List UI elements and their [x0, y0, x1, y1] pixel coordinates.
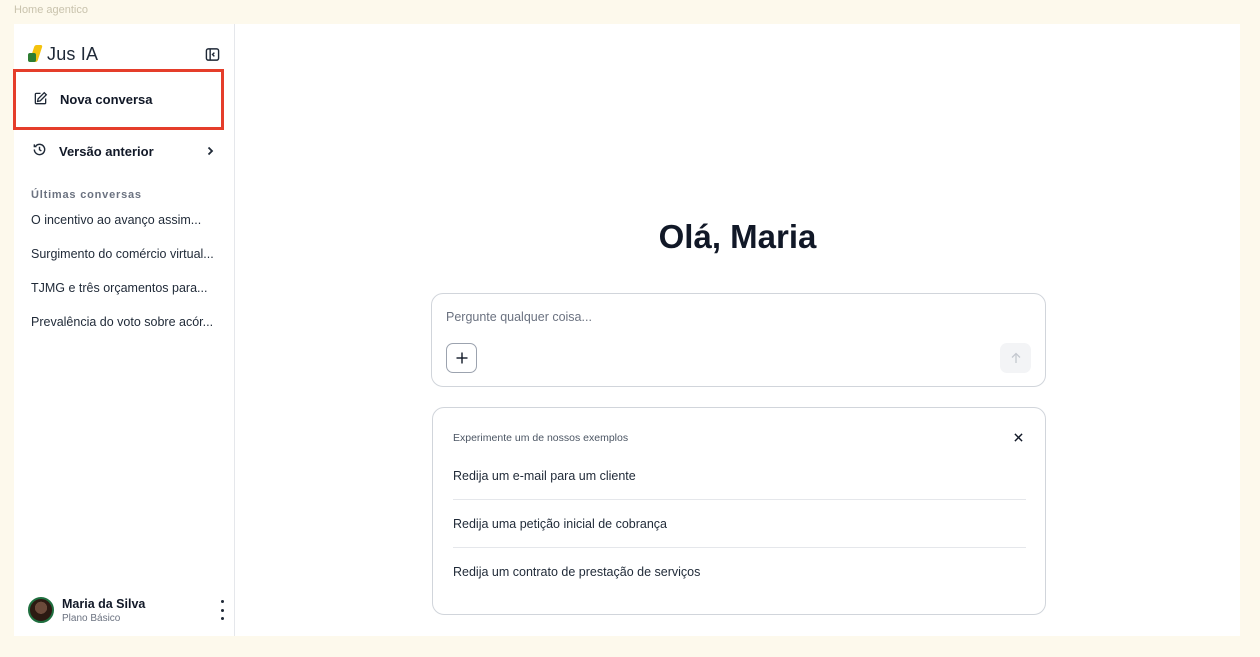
user-info: Maria da Silva Plano Básico	[62, 597, 145, 624]
example-item[interactable]: Redija uma petição inicial de cobrança	[453, 500, 1026, 548]
conversation-item[interactable]: TJMG e três orçamentos para...	[31, 278, 221, 312]
examples-list: Redija um e-mail para um cliente Redija …	[453, 452, 1026, 596]
prompt-input[interactable]	[446, 310, 1006, 324]
sidebar-toggle-icon[interactable]	[204, 46, 220, 62]
previous-version-label: Versão anterior	[59, 143, 154, 159]
new-chat-button[interactable]: Nova conversa	[13, 69, 224, 130]
prompt-box	[431, 293, 1046, 387]
conversation-item[interactable]: Prevalência do voto sobre acór...	[31, 312, 221, 346]
main-panel: Olá, Maria Experimente um de nossos exem…	[235, 24, 1240, 636]
history-icon	[32, 142, 47, 160]
sidebar-header: Jus IA	[14, 24, 234, 70]
brand-logo[interactable]: Jus IA	[28, 44, 98, 65]
plus-icon	[456, 352, 467, 364]
chevron-right-icon	[205, 144, 215, 159]
user-profile[interactable]: Maria da Silva Plano Básico	[28, 594, 228, 626]
conversation-item[interactable]: Surgimento do comércio virtual...	[31, 244, 221, 278]
previous-version-button[interactable]: Versão anterior	[14, 125, 235, 177]
close-icon[interactable]	[1011, 430, 1025, 444]
arrow-up-icon	[1011, 352, 1020, 363]
edit-icon	[33, 91, 48, 109]
example-item[interactable]: Redija um e-mail para um cliente	[453, 452, 1026, 500]
sidebar: Jus IA Nova conversa Versão anterior Últ…	[13, 24, 235, 636]
app-window: Jus IA Nova conversa Versão anterior Últ…	[13, 24, 1240, 636]
conversation-list: O incentivo ao avanço assim... Surgiment…	[31, 210, 221, 346]
logo-mark-icon	[28, 45, 44, 63]
examples-card: Experimente um de nossos exemplos Redija…	[432, 407, 1046, 615]
conversation-item[interactable]: O incentivo ao avanço assim...	[31, 210, 221, 244]
recent-conversations-title: Últimas conversas	[31, 189, 142, 201]
example-item[interactable]: Redija um contrato de prestação de servi…	[453, 548, 1026, 596]
brand-name: Jus IA	[47, 43, 99, 64]
more-vertical-icon[interactable]	[216, 600, 228, 620]
attach-button[interactable]	[446, 343, 477, 373]
send-button[interactable]	[1000, 343, 1031, 373]
user-plan: Plano Básico	[62, 612, 121, 624]
frame-label: Home agentico	[14, 4, 88, 16]
avatar	[28, 597, 54, 623]
examples-title: Experimente um de nossos exemplos	[453, 432, 629, 444]
new-chat-label: Nova conversa	[60, 92, 153, 107]
greeting-title: Olá, Maria	[658, 218, 817, 255]
user-name: Maria da Silva	[62, 596, 146, 611]
